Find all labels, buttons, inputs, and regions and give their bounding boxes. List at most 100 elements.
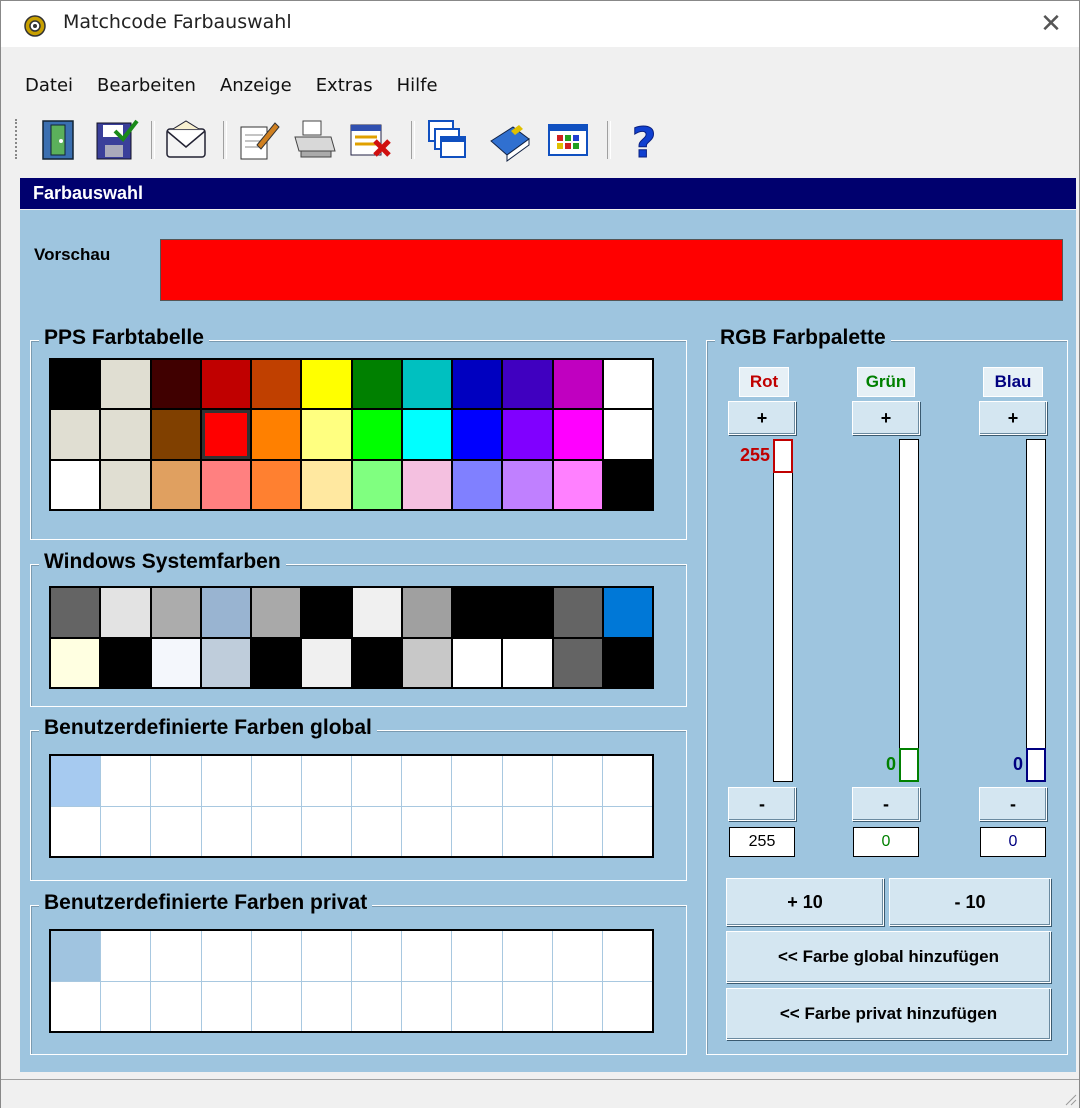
custom-global-swatch[interactable] xyxy=(301,806,351,856)
pps-color-swatch[interactable] xyxy=(51,460,100,509)
custom-global-swatch[interactable] xyxy=(452,756,502,806)
pps-color-swatch[interactable] xyxy=(151,360,200,409)
custom-private-swatch[interactable] xyxy=(552,981,602,1031)
custom-global-swatch[interactable] xyxy=(251,806,301,856)
pps-color-swatch[interactable] xyxy=(503,360,552,409)
pps-color-swatch[interactable] xyxy=(553,460,602,509)
toolbar-grip[interactable] xyxy=(15,119,21,159)
print-icon[interactable] xyxy=(291,117,337,163)
save-disk-icon[interactable] xyxy=(93,117,139,163)
green-minus-button[interactable]: - xyxy=(852,787,920,821)
custom-global-swatch[interactable] xyxy=(51,756,101,806)
custom-private-swatch[interactable] xyxy=(151,981,201,1031)
resize-grip-icon[interactable] xyxy=(1061,1090,1077,1106)
pps-color-swatch[interactable] xyxy=(101,360,150,409)
custom-private-swatch[interactable] xyxy=(51,981,101,1031)
custom-global-swatch[interactable] xyxy=(101,756,151,806)
pps-color-swatch[interactable] xyxy=(603,460,652,509)
pps-color-swatch[interactable] xyxy=(252,410,301,459)
custom-private-swatch[interactable] xyxy=(502,981,552,1031)
pps-color-swatch[interactable] xyxy=(402,410,451,459)
custom-global-swatch[interactable] xyxy=(301,756,351,806)
custom-global-swatch[interactable] xyxy=(552,806,602,856)
pps-color-swatch[interactable] xyxy=(252,460,301,509)
custom-private-swatch[interactable] xyxy=(201,981,251,1031)
minus-ten-button[interactable]: - 10 xyxy=(889,878,1051,926)
exit-door-icon[interactable] xyxy=(37,117,83,163)
custom-global-swatch[interactable] xyxy=(602,806,652,856)
windows-stack-icon[interactable] xyxy=(425,117,471,163)
pps-color-swatch[interactable] xyxy=(402,460,451,509)
pps-color-swatch[interactable] xyxy=(101,460,150,509)
custom-private-swatch[interactable] xyxy=(502,931,552,981)
system-color-swatch[interactable] xyxy=(603,638,652,687)
pps-color-swatch[interactable] xyxy=(51,410,100,459)
system-color-swatch[interactable] xyxy=(302,638,351,687)
system-color-swatch[interactable] xyxy=(352,638,401,687)
pps-color-swatch[interactable] xyxy=(503,460,552,509)
custom-global-swatch[interactable] xyxy=(151,756,201,806)
close-button[interactable]: ✕ xyxy=(1031,7,1071,41)
edit-document-icon[interactable] xyxy=(235,117,281,163)
custom-private-swatch[interactable] xyxy=(352,981,402,1031)
grid-table-icon[interactable] xyxy=(545,117,591,163)
menu-item-anzeige[interactable]: Anzeige xyxy=(220,75,292,96)
pps-color-swatch[interactable] xyxy=(453,360,502,409)
custom-global-swatch[interactable] xyxy=(151,806,201,856)
pps-color-swatch[interactable] xyxy=(352,410,401,459)
pps-color-swatch[interactable] xyxy=(151,410,200,459)
pps-color-swatch[interactable] xyxy=(352,460,401,509)
help-question-icon[interactable]: ? xyxy=(621,117,667,164)
email-envelope-icon[interactable] xyxy=(163,117,209,163)
pps-color-swatch[interactable] xyxy=(201,360,250,409)
system-color-swatch[interactable] xyxy=(101,638,150,687)
pps-color-swatch[interactable] xyxy=(302,460,351,509)
system-color-swatch[interactable] xyxy=(503,588,552,637)
custom-global-swatch[interactable] xyxy=(352,756,402,806)
custom-private-swatch[interactable] xyxy=(101,931,151,981)
system-color-swatch[interactable] xyxy=(101,588,150,637)
system-color-swatch[interactable] xyxy=(151,588,200,637)
pps-color-swatch[interactable] xyxy=(201,410,250,459)
pps-color-swatch[interactable] xyxy=(553,360,602,409)
custom-private-swatch[interactable] xyxy=(151,931,201,981)
system-color-swatch[interactable] xyxy=(603,588,652,637)
system-color-swatch[interactable] xyxy=(553,588,602,637)
custom-private-swatch[interactable] xyxy=(301,931,351,981)
blue-slider-track[interactable] xyxy=(1026,439,1046,782)
system-color-swatch[interactable] xyxy=(302,588,351,637)
system-color-swatch[interactable] xyxy=(453,588,502,637)
system-color-swatch[interactable] xyxy=(402,588,451,637)
custom-global-swatch[interactable] xyxy=(402,756,452,806)
custom-global-swatch[interactable] xyxy=(552,756,602,806)
system-color-swatch[interactable] xyxy=(201,588,250,637)
green-plus-button[interactable]: + xyxy=(852,401,920,435)
custom-global-swatch[interactable] xyxy=(352,806,402,856)
custom-global-swatch[interactable] xyxy=(101,806,151,856)
green-slider-thumb[interactable] xyxy=(899,748,919,782)
pps-color-swatch[interactable] xyxy=(302,410,351,459)
custom-private-swatch[interactable] xyxy=(552,931,602,981)
green-value-field[interactable]: 0 xyxy=(853,827,919,857)
menu-item-extras[interactable]: Extras xyxy=(316,75,373,96)
plus-ten-button[interactable]: + 10 xyxy=(726,878,884,926)
pps-color-swatch[interactable] xyxy=(553,410,602,459)
pps-color-swatch[interactable] xyxy=(402,360,451,409)
red-value-field[interactable]: 255 xyxy=(729,827,795,857)
system-color-swatch[interactable] xyxy=(402,638,451,687)
custom-global-swatch[interactable] xyxy=(402,806,452,856)
system-color-swatch[interactable] xyxy=(51,588,100,637)
pps-color-swatch[interactable] xyxy=(453,460,502,509)
red-slider-thumb[interactable] xyxy=(773,439,793,473)
blue-minus-button[interactable]: - xyxy=(979,787,1047,821)
pps-color-swatch[interactable] xyxy=(201,460,250,509)
custom-private-swatch[interactable] xyxy=(51,931,101,981)
system-color-swatch[interactable] xyxy=(503,638,552,687)
system-color-swatch[interactable] xyxy=(151,638,200,687)
custom-private-swatch[interactable] xyxy=(251,981,301,1031)
blue-value-field[interactable]: 0 xyxy=(980,827,1046,857)
delete-list-icon[interactable] xyxy=(347,117,393,163)
custom-private-swatch[interactable] xyxy=(352,931,402,981)
red-plus-button[interactable]: + xyxy=(728,401,796,435)
custom-private-swatch[interactable] xyxy=(402,931,452,981)
